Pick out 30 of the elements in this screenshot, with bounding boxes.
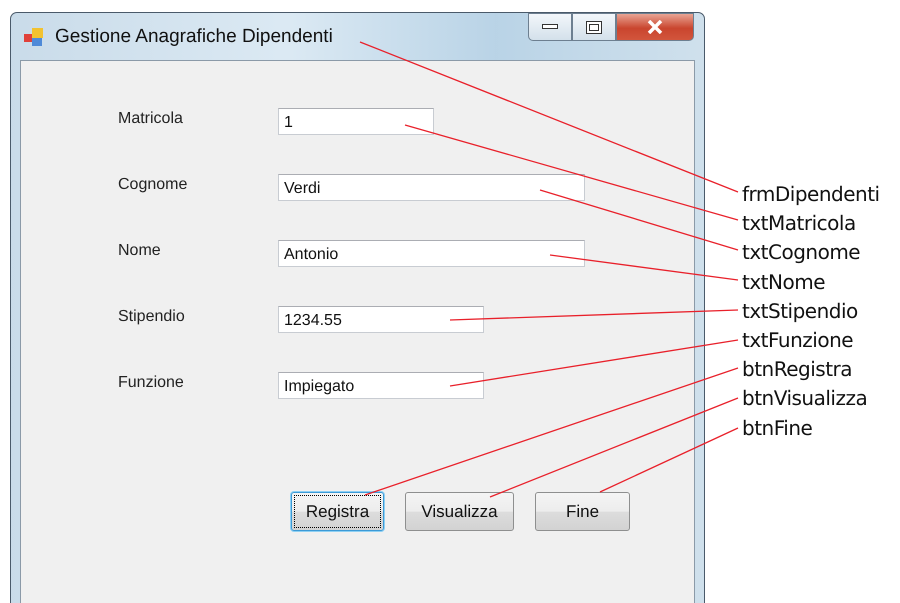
minimize-icon <box>542 24 558 30</box>
form-button[interactable]: Fine <box>535 492 630 531</box>
close-icon <box>647 20 663 34</box>
field-label: Funzione <box>118 373 185 392</box>
minimize-button[interactable] <box>528 13 572 41</box>
annotation-label: txtMatricola <box>742 210 857 238</box>
field-label: Nome <box>118 241 162 260</box>
field-label: Matricola <box>118 109 184 128</box>
close-button[interactable] <box>616 13 694 41</box>
annotation-label: btnVisualizza <box>742 385 868 412</box>
annotation-label: btnFine <box>742 414 814 442</box>
form-button[interactable]: Registra <box>291 492 384 531</box>
text-field[interactable]: Verdi <box>278 174 585 201</box>
annotation-label: btnRegistra <box>742 356 854 384</box>
annotation-label: txtCognome <box>742 239 862 266</box>
window-title: Gestione Anagrafiche Dipendenti <box>55 26 334 48</box>
annotation-label: txtStipendio <box>742 298 859 325</box>
text-field[interactable]: 1234.55 <box>278 306 484 333</box>
text-field[interactable]: Impiegato <box>278 372 484 399</box>
annotation-label: txtNome <box>742 268 826 296</box>
text-field[interactable]: 1 <box>278 108 434 135</box>
app-icon <box>23 26 45 48</box>
annotation-label: frmDipendenti <box>742 181 880 208</box>
maximize-icon <box>586 20 602 34</box>
annotation-label: txtFunzione <box>742 327 854 354</box>
field-label: Stipendio <box>118 307 186 326</box>
field-label: Cognome <box>118 175 188 194</box>
maximize-button[interactable] <box>572 13 616 41</box>
text-field[interactable]: Antonio <box>278 240 585 267</box>
form-button[interactable]: Visualizza <box>405 492 514 531</box>
